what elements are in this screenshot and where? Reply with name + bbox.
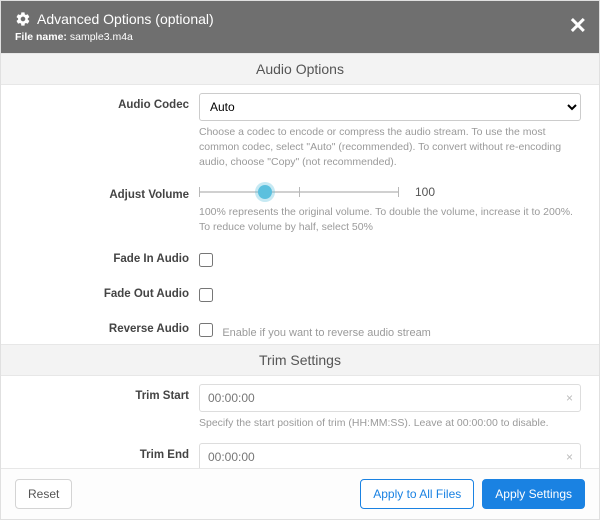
audio-codec-select[interactable]: Auto	[199, 93, 581, 121]
trim-end-input[interactable]	[199, 443, 581, 468]
fade-in-label: Fade In Audio	[19, 247, 189, 270]
reset-button[interactable]: Reset	[15, 479, 72, 509]
audio-codec-label: Audio Codec	[19, 93, 189, 171]
volume-value: 100	[415, 185, 455, 199]
advanced-options-dialog: Advanced Options (optional) File name: s…	[0, 0, 600, 520]
apply-settings-button[interactable]: Apply Settings	[482, 479, 585, 509]
adjust-volume-label: Adjust Volume	[19, 183, 189, 235]
reverse-audio-label: Reverse Audio	[19, 317, 189, 340]
dialog-body: Audio Options Audio Codec Auto Choose a …	[1, 53, 599, 468]
fade-out-checkbox[interactable]	[199, 288, 213, 302]
trim-start-help: Specify the start position of trim (HH:M…	[199, 416, 581, 431]
trim-start-clear-icon[interactable]: ×	[566, 392, 573, 404]
close-icon[interactable]: ✕	[569, 15, 587, 37]
dialog-header: Advanced Options (optional) File name: s…	[1, 1, 599, 53]
gear-icon	[15, 11, 31, 27]
fade-in-checkbox[interactable]	[199, 253, 213, 267]
trim-start-input[interactable]	[199, 384, 581, 412]
section-trim-settings: Trim Settings	[1, 344, 599, 376]
trim-end-clear-icon[interactable]: ×	[566, 451, 573, 463]
reverse-audio-help: Enable if you want to reverse audio stre…	[222, 327, 431, 339]
file-name-value: sample3.m4a	[70, 31, 133, 43]
trim-end-label: Trim End	[19, 443, 189, 468]
reverse-audio-checkbox[interactable]	[199, 323, 213, 337]
file-name-label: File name:	[15, 31, 67, 43]
apply-all-button[interactable]: Apply to All Files	[360, 479, 474, 509]
volume-slider-thumb[interactable]	[258, 185, 272, 199]
volume-slider[interactable]	[199, 183, 399, 201]
section-audio-options: Audio Options	[1, 53, 599, 85]
volume-help: 100% represents the original volume. To …	[199, 205, 581, 235]
file-name-row: File name: sample3.m4a	[15, 31, 585, 43]
dialog-footer: Reset Apply to All Files Apply Settings	[1, 468, 599, 519]
trim-start-label: Trim Start	[19, 384, 189, 431]
fade-out-label: Fade Out Audio	[19, 282, 189, 305]
dialog-title: Advanced Options (optional)	[37, 11, 214, 27]
audio-codec-help: Choose a codec to encode or compress the…	[199, 125, 581, 171]
